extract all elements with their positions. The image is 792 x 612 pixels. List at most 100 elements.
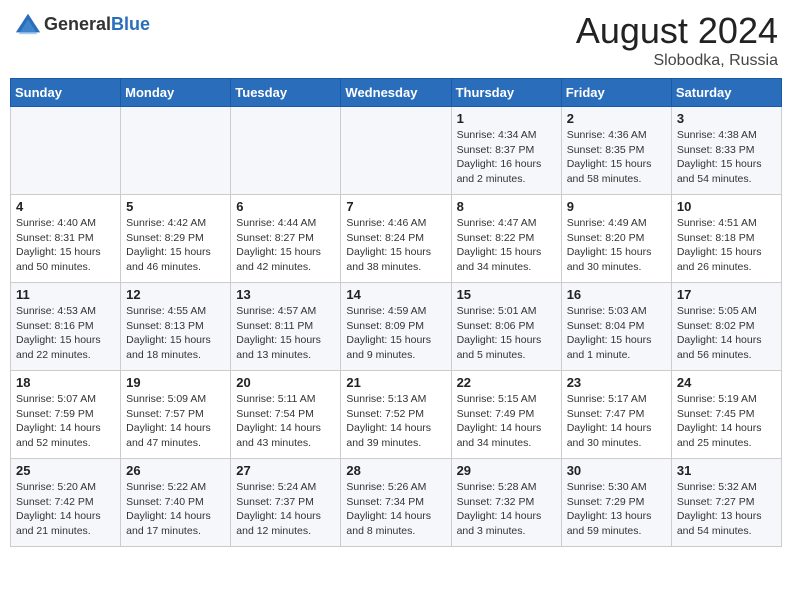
calendar-cell-0-5: 2 Sunrise: 4:36 AM Sunset: 8:35 PM Daylig… <box>561 107 671 195</box>
day-info: Sunrise: 5:05 AM Sunset: 8:02 PM Dayligh… <box>677 304 776 363</box>
calendar-cell-0-1 <box>121 107 231 195</box>
day-info: Sunrise: 5:03 AM Sunset: 8:04 PM Dayligh… <box>567 304 666 363</box>
day-number: 25 <box>16 463 115 478</box>
day-number: 31 <box>677 463 776 478</box>
day-number: 24 <box>677 375 776 390</box>
week-row-1: 4Sunrise: 4:40 AM Sunset: 8:31 PM Daylig… <box>11 195 782 283</box>
day-number: 11 <box>16 287 115 302</box>
calendar-header: Sunday Monday Tuesday Wednesday Thursday… <box>11 79 782 107</box>
day-number: 10 <box>677 199 776 214</box>
calendar-cell-2-6: 17 Sunrise: 5:05 AM Sunset: 8:02 PM Dayli… <box>671 283 781 371</box>
header-thursday: Thursday <box>451 79 561 107</box>
day-number: 5 <box>126 199 225 214</box>
calendar-cell-0-0 <box>11 107 121 195</box>
day-info: Sunrise: 4:42 AM Sunset: 8:29 PM Dayligh… <box>126 216 225 275</box>
calendar-body: 1 Sunrise: 4:34 AM Sunset: 8:37 PM Daylig… <box>11 107 782 547</box>
header-friday: Friday <box>561 79 671 107</box>
day-info: Sunrise: 5:28 AM Sunset: 7:32 PM Dayligh… <box>457 480 556 539</box>
day-number: 14 <box>346 287 445 302</box>
calendar-cell-1-1: 5 Sunrise: 4:42 AM Sunset: 8:29 PM Daylig… <box>121 195 231 283</box>
week-row-2: 11 Sunrise: 4:53 AM Sunset: 8:16 PM Dayli… <box>11 283 782 371</box>
day-number: 30 <box>567 463 666 478</box>
calendar-cell-2-3: 14 Sunrise: 4:59 AM Sunset: 8:09 PM Dayli… <box>341 283 451 371</box>
page-header: GeneralBlue August 2024 Slobodka, Russia <box>10 10 782 70</box>
day-number: 22 <box>457 375 556 390</box>
day-info: Sunrise: 5:19 AM Sunset: 7:45 PM Dayligh… <box>677 392 776 451</box>
day-number: 29 <box>457 463 556 478</box>
day-info: Sunrise: 4:53 AM Sunset: 8:16 PM Dayligh… <box>16 304 115 363</box>
day-info: Sunrise: 5:32 AM Sunset: 7:27 PM Dayligh… <box>677 480 776 539</box>
day-number: 17 <box>677 287 776 302</box>
logo-general: General <box>44 14 111 34</box>
calendar-cell-3-4: 22 Sunrise: 5:15 AM Sunset: 7:49 PM Dayli… <box>451 371 561 459</box>
day-number: 21 <box>346 375 445 390</box>
calendar-cell-1-6: 10Sunrise: 4:51 AM Sunset: 8:18 PM Dayli… <box>671 195 781 283</box>
day-number: 12 <box>126 287 225 302</box>
calendar-cell-1-4: 8 Sunrise: 4:47 AM Sunset: 8:22 PM Daylig… <box>451 195 561 283</box>
logo: GeneralBlue <box>14 10 150 38</box>
day-info: Sunrise: 5:17 AM Sunset: 7:47 PM Dayligh… <box>567 392 666 451</box>
week-row-0: 1 Sunrise: 4:34 AM Sunset: 8:37 PM Daylig… <box>11 107 782 195</box>
day-number: 13 <box>236 287 335 302</box>
calendar-cell-4-6: 31 Sunrise: 5:32 AM Sunset: 7:27 PM Dayli… <box>671 459 781 547</box>
day-info: Sunrise: 4:40 AM Sunset: 8:31 PM Dayligh… <box>16 216 115 275</box>
calendar-cell-4-1: 26Sunrise: 5:22 AM Sunset: 7:40 PM Dayli… <box>121 459 231 547</box>
day-number: 20 <box>236 375 335 390</box>
header-wednesday: Wednesday <box>341 79 451 107</box>
calendar-cell-2-4: 15Sunrise: 5:01 AM Sunset: 8:06 PM Dayli… <box>451 283 561 371</box>
weekday-row: Sunday Monday Tuesday Wednesday Thursday… <box>11 79 782 107</box>
calendar-cell-0-2 <box>231 107 341 195</box>
day-info: Sunrise: 4:36 AM Sunset: 8:35 PM Dayligh… <box>567 128 666 187</box>
month-year: August 2024 <box>576 10 778 52</box>
day-number: 19 <box>126 375 225 390</box>
logo-icon <box>14 10 42 38</box>
calendar-cell-3-0: 18 Sunrise: 5:07 AM Sunset: 7:59 PM Dayli… <box>11 371 121 459</box>
day-number: 26 <box>126 463 225 478</box>
calendar-cell-1-2: 6Sunrise: 4:44 AM Sunset: 8:27 PM Daylig… <box>231 195 341 283</box>
day-number: 7 <box>346 199 445 214</box>
day-info: Sunrise: 4:38 AM Sunset: 8:33 PM Dayligh… <box>677 128 776 187</box>
day-number: 18 <box>16 375 115 390</box>
week-row-4: 25 Sunrise: 5:20 AM Sunset: 7:42 PM Dayli… <box>11 459 782 547</box>
day-info: Sunrise: 5:11 AM Sunset: 7:54 PM Dayligh… <box>236 392 335 451</box>
calendar-cell-4-3: 28Sunrise: 5:26 AM Sunset: 7:34 PM Dayli… <box>341 459 451 547</box>
calendar-cell-3-3: 21Sunrise: 5:13 AM Sunset: 7:52 PM Dayli… <box>341 371 451 459</box>
day-info: Sunrise: 4:47 AM Sunset: 8:22 PM Dayligh… <box>457 216 556 275</box>
calendar-cell-3-1: 19 Sunrise: 5:09 AM Sunset: 7:57 PM Dayli… <box>121 371 231 459</box>
calendar-cell-3-2: 20 Sunrise: 5:11 AM Sunset: 7:54 PM Dayli… <box>231 371 341 459</box>
day-info: Sunrise: 5:15 AM Sunset: 7:49 PM Dayligh… <box>457 392 556 451</box>
day-info: Sunrise: 4:59 AM Sunset: 8:09 PM Dayligh… <box>346 304 445 363</box>
day-number: 2 <box>567 111 666 126</box>
day-info: Sunrise: 4:46 AM Sunset: 8:24 PM Dayligh… <box>346 216 445 275</box>
header-monday: Monday <box>121 79 231 107</box>
calendar-cell-4-4: 29 Sunrise: 5:28 AM Sunset: 7:32 PM Dayli… <box>451 459 561 547</box>
day-number: 16 <box>567 287 666 302</box>
calendar-cell-4-2: 27Sunrise: 5:24 AM Sunset: 7:37 PM Dayli… <box>231 459 341 547</box>
calendar-cell-4-0: 25 Sunrise: 5:20 AM Sunset: 7:42 PM Dayli… <box>11 459 121 547</box>
day-info: Sunrise: 4:55 AM Sunset: 8:13 PM Dayligh… <box>126 304 225 363</box>
day-info: Sunrise: 5:07 AM Sunset: 7:59 PM Dayligh… <box>16 392 115 451</box>
day-info: Sunrise: 5:20 AM Sunset: 7:42 PM Dayligh… <box>16 480 115 539</box>
calendar-cell-2-1: 12 Sunrise: 4:55 AM Sunset: 8:13 PM Dayli… <box>121 283 231 371</box>
calendar-cell-0-4: 1 Sunrise: 4:34 AM Sunset: 8:37 PM Daylig… <box>451 107 561 195</box>
day-number: 1 <box>457 111 556 126</box>
day-info: Sunrise: 5:09 AM Sunset: 7:57 PM Dayligh… <box>126 392 225 451</box>
logo-blue: Blue <box>111 14 150 34</box>
day-number: 6 <box>236 199 335 214</box>
day-info: Sunrise: 5:24 AM Sunset: 7:37 PM Dayligh… <box>236 480 335 539</box>
calendar-cell-2-2: 13Sunrise: 4:57 AM Sunset: 8:11 PM Dayli… <box>231 283 341 371</box>
day-number: 15 <box>457 287 556 302</box>
calendar-cell-2-5: 16 Sunrise: 5:03 AM Sunset: 8:04 PM Dayli… <box>561 283 671 371</box>
title-block: August 2024 Slobodka, Russia <box>576 10 778 70</box>
day-number: 9 <box>567 199 666 214</box>
day-info: Sunrise: 5:30 AM Sunset: 7:29 PM Dayligh… <box>567 480 666 539</box>
header-saturday: Saturday <box>671 79 781 107</box>
day-number: 8 <box>457 199 556 214</box>
day-info: Sunrise: 4:34 AM Sunset: 8:37 PM Dayligh… <box>457 128 556 187</box>
day-number: 23 <box>567 375 666 390</box>
header-tuesday: Tuesday <box>231 79 341 107</box>
day-info: Sunrise: 5:26 AM Sunset: 7:34 PM Dayligh… <box>346 480 445 539</box>
calendar-cell-3-5: 23 Sunrise: 5:17 AM Sunset: 7:47 PM Dayli… <box>561 371 671 459</box>
calendar-cell-1-0: 4Sunrise: 4:40 AM Sunset: 8:31 PM Daylig… <box>11 195 121 283</box>
calendar-cell-1-3: 7 Sunrise: 4:46 AM Sunset: 8:24 PM Daylig… <box>341 195 451 283</box>
